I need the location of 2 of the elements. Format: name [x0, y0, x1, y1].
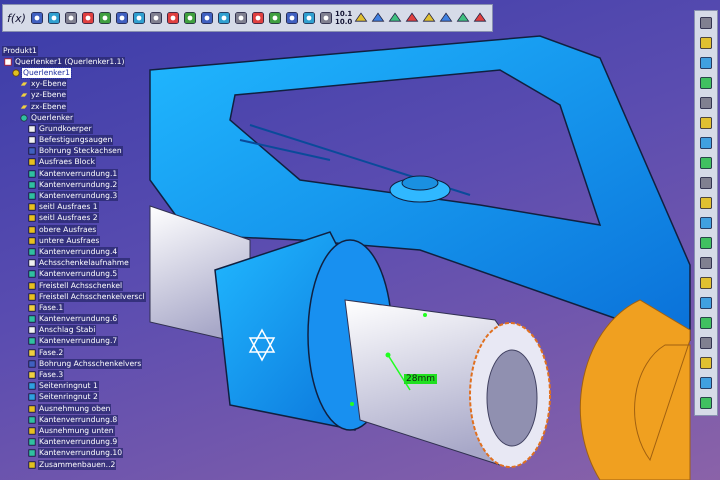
formula-button[interactable]: f(x): [7, 12, 26, 24]
dimension-label[interactable]: 28mm: [404, 374, 437, 384]
